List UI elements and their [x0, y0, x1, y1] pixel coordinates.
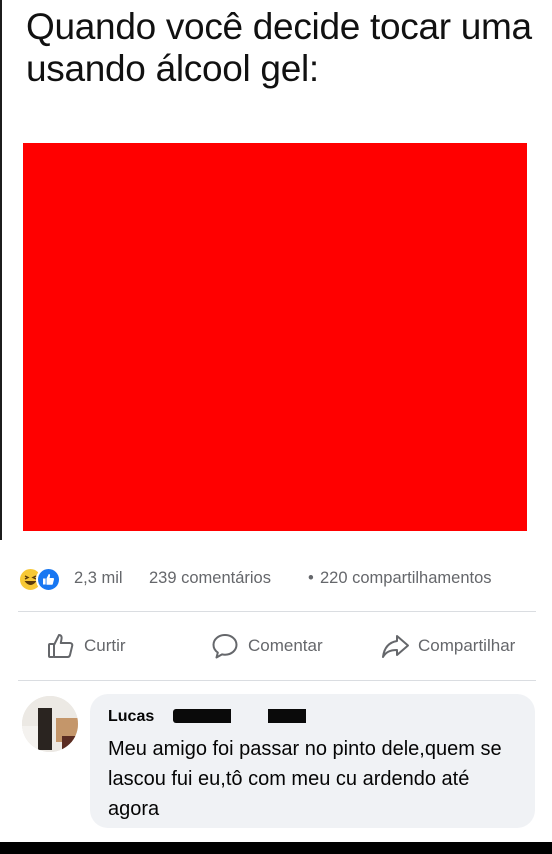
- like-icon: [36, 567, 61, 592]
- avatar[interactable]: [22, 696, 78, 752]
- comments-count[interactable]: 239 comentários: [149, 569, 271, 588]
- comment-icon: [212, 634, 238, 659]
- share-arrow-icon: [382, 635, 409, 658]
- share-button[interactable]: Compartilhar: [380, 628, 515, 664]
- left-edge-border: [0, 0, 2, 540]
- reaction-count[interactable]: 2,3 mil: [74, 569, 123, 588]
- redacted-name-block: [268, 709, 306, 723]
- comment-button-label: Comentar: [248, 636, 323, 655]
- shares-count[interactable]: 220 compartilhamentos: [320, 569, 492, 588]
- post-actions-bar: Curtir Comentar Compartilhar: [0, 628, 552, 664]
- comment-bubble: Lucas Meu amigo foi passar no pinto dele…: [90, 694, 535, 828]
- redacted-name-block: [173, 709, 231, 723]
- commenter-name[interactable]: Lucas: [108, 708, 154, 726]
- like-button[interactable]: Curtir: [46, 628, 126, 664]
- post-image[interactable]: [23, 143, 527, 531]
- share-button-label: Compartilhar: [418, 636, 516, 655]
- like-button-label: Curtir: [84, 636, 126, 655]
- post-caption: Quando você decide tocar uma usando álco…: [26, 6, 532, 89]
- thumbs-up-icon: [48, 634, 74, 658]
- reaction-icons[interactable]: [18, 566, 70, 592]
- divider-bottom: [18, 680, 536, 681]
- stats-separator: •: [308, 569, 314, 587]
- comment-button[interactable]: Comentar: [210, 628, 323, 664]
- post-stats: 2,3 mil 239 comentários • 220 compartilh…: [18, 566, 548, 592]
- divider-top: [18, 611, 536, 612]
- comment-text: Meu amigo foi passar no pinto dele,quem …: [108, 738, 502, 820]
- bottom-bar: [0, 842, 552, 854]
